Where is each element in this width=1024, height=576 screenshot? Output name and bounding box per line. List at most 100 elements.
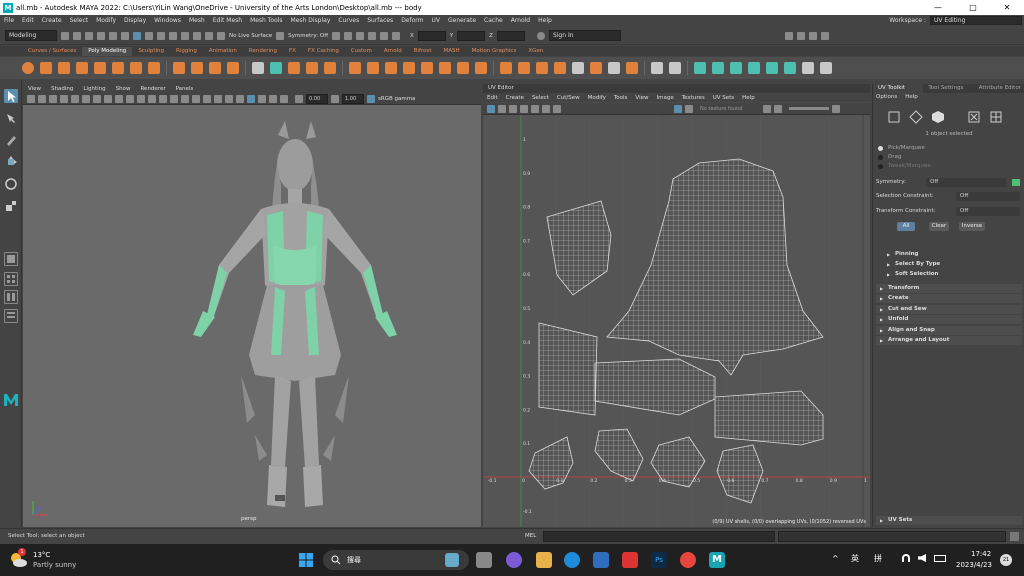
menu-edit[interactable]: Edit [18,17,38,24]
circularize-icon[interactable] [572,62,584,74]
menu-curves[interactable]: Curves [334,17,363,24]
menu-modify[interactable]: Modify [92,17,120,24]
uv-toolkit-menu-options[interactable]: Options [876,93,897,102]
safe-title-icon[interactable] [126,94,134,103]
shelf-tab-rigging[interactable]: Rigging [170,47,203,56]
close-button[interactable]: ✕ [990,0,1024,15]
wireframe-icon[interactable] [137,94,145,103]
textured-icon[interactable] [170,94,178,103]
rotate-tool-icon[interactable] [4,177,18,191]
tool-settings-icon[interactable] [808,31,817,40]
minimize-button[interactable]: — [921,0,955,15]
select-hierarchy-icon[interactable] [121,31,129,40]
menu-uv[interactable]: UV [428,17,445,24]
grid-toggle-icon[interactable] [60,94,68,103]
poly-cube-icon[interactable] [40,62,52,74]
offset-edge-loop-icon[interactable] [518,62,530,74]
wedge-icon[interactable] [554,62,566,74]
ime-mode[interactable]: 拼 [874,553,882,564]
maximize-button[interactable]: □ [956,0,990,15]
super-shape-icon[interactable] [173,62,185,74]
uv-menu-uv-sets[interactable]: UV Sets [709,95,738,101]
uv-editor-icon[interactable] [784,62,796,74]
section-create[interactable]: Create [876,294,1022,303]
menu-display[interactable]: Display [120,17,150,24]
uv-shell-mode-icon[interactable] [989,110,1003,124]
file-explorer-icon[interactable] [536,552,552,568]
uv-shell[interactable] [594,428,644,482]
four-view-layout-icon[interactable] [4,272,18,286]
menu-deform[interactable]: Deform [397,17,427,24]
radio-tweak-marquee[interactable]: Tweak/Marquee [876,162,1022,171]
uv-brightness-slider[interactable] [789,107,829,110]
menu-select[interactable]: Select [66,17,93,24]
uv-grid-icon[interactable] [487,104,495,113]
z-field[interactable] [496,30,525,41]
exposure-field[interactable]: 0.00 [306,93,328,104]
menu-help[interactable]: Help [534,17,556,24]
uv-texture-icon[interactable] [674,104,682,113]
radio-pick-marquee[interactable]: Pick/Marquee [876,144,1022,153]
snap-surface-icon[interactable] [205,31,213,40]
menu-cache[interactable]: Cache [480,17,507,24]
boolean-icon[interactable] [306,62,318,74]
uv-shell[interactable] [714,390,824,446]
isolate-select-icon[interactable] [247,94,255,103]
weather-widget[interactable]: 1 [8,548,28,570]
live-surface-icon[interactable] [217,31,225,40]
save-scene-icon[interactable] [85,31,93,40]
uv-menu-cut-sew[interactable]: Cut/Sew [553,95,584,101]
tab-attribute-editor[interactable]: Attribute Editor [974,84,1024,93]
menu-edit-mesh[interactable]: Edit Mesh [209,17,246,24]
new-scene-icon[interactable] [61,31,69,40]
safe-action-icon[interactable] [115,94,123,103]
inverse-button[interactable]: Inverse [959,222,985,231]
command-line-input[interactable] [543,531,775,542]
extrude-icon[interactable] [349,62,361,74]
shelf-tab-arnold[interactable]: Arnold [378,47,408,56]
shelf-tab-poly-modeling[interactable]: Poly Modeling [82,47,133,56]
uv-filter-icon[interactable] [542,104,550,113]
viewport-canvas[interactable]: persp [23,105,481,527]
depth-of-field-icon[interactable] [236,94,244,103]
uv-shell[interactable] [594,358,716,416]
bevel-icon[interactable] [385,62,397,74]
vp-menu-lighting[interactable]: Lighting [78,86,110,92]
x-field[interactable] [417,30,446,41]
script-editor-icon[interactable] [1010,532,1019,541]
ipr-render-icon[interactable] [344,31,353,40]
uv-menu-help[interactable]: Help [738,95,759,101]
field-chart-icon[interactable] [104,94,112,103]
shelf-tab-sculpting[interactable]: Sculpting [132,47,170,56]
outliner-layout-icon[interactable] [4,309,18,323]
shelf-tab-curves-surfaces[interactable]: Curves / Surfaces [22,47,82,56]
shelf-tab-fx[interactable]: FX [283,47,302,56]
character-model[interactable] [23,105,481,527]
xray-icon[interactable] [258,94,266,103]
mel-label[interactable]: MEL [525,533,536,539]
uv-planar-icon[interactable] [694,62,706,74]
vp-menu-shading[interactable]: Shading [46,86,78,92]
colorspace-label[interactable]: sRGB gamma [378,96,415,102]
uv-image-toggle-icon[interactable] [685,104,693,113]
microsoft-store-icon[interactable] [593,552,609,568]
photoshop-icon[interactable]: Ps [651,552,667,568]
snap-view-icon[interactable] [193,31,201,40]
tab-uv-toolkit[interactable]: UV Toolkit [873,84,924,93]
undo-icon[interactable] [97,31,105,40]
uv-border-icon[interactable] [520,104,528,113]
sweep-mesh-icon[interactable] [191,62,203,74]
vp-menu-renderer[interactable]: Renderer [135,86,170,92]
vp-menu-view[interactable]: View [23,86,46,92]
image-plane-icon[interactable] [49,94,57,103]
vp-menu-show[interactable]: Show [111,86,136,92]
side-by-side-layout-icon[interactable] [4,290,18,304]
section-align-and-snap[interactable]: Align and Snap [876,326,1022,335]
wifi-icon[interactable] [902,554,910,562]
menu-create[interactable]: Create [38,17,66,24]
film-gate-icon[interactable] [71,94,79,103]
multi-cut-icon[interactable] [475,62,487,74]
render-icon[interactable] [332,31,341,40]
menu-generate[interactable]: Generate [444,17,480,24]
shelf-tab-mash[interactable]: MASH [437,47,465,56]
